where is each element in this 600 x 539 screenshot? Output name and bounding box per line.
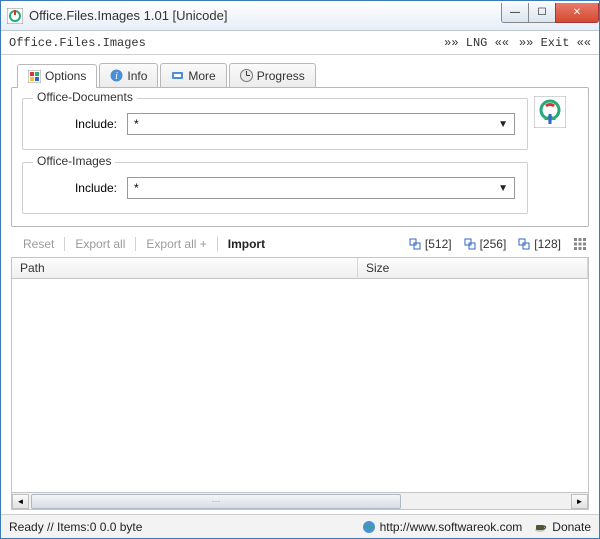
export-all-plus-button[interactable]: Export all + (136, 237, 217, 251)
svg-text:i: i (115, 71, 118, 82)
options-panel: Office-Documents Include: * ▼ Office-Ima… (11, 87, 589, 227)
window-title: Office.Files.Images 1.01 [Unicode] (29, 8, 502, 23)
size-label: [128] (534, 237, 561, 251)
breadcrumb: Office.Files.Images (9, 36, 434, 50)
size-label: [512] (425, 237, 452, 251)
tab-strip: Options i Info More Progress (11, 63, 589, 87)
chevron-down-icon: ▼ (498, 183, 508, 194)
window-buttons: — ☐ ✕ (502, 3, 599, 23)
export-all-button[interactable]: Export all (65, 237, 136, 251)
status-bar: Ready // Items:0 0.0 byte http://www.sof… (1, 514, 599, 538)
scroll-thumb[interactable]: ··· (31, 494, 401, 509)
main-area: Options i Info More Progress Office-Docu… (1, 55, 599, 514)
images-include-combo[interactable]: * ▼ (127, 177, 515, 199)
group-legend: Office-Documents (33, 90, 137, 104)
website-link[interactable]: http://www.softwareok.com (362, 520, 523, 534)
link-text: http://www.softwareok.com (380, 520, 523, 534)
close-button[interactable]: ✕ (555, 3, 599, 23)
size-256-button[interactable]: [256] (458, 237, 513, 251)
column-size-header[interactable]: Size (358, 258, 588, 278)
action-toolbar: Reset Export all Export all + Import [51… (11, 227, 589, 257)
coffee-icon (534, 520, 548, 534)
combo-value: * (134, 181, 139, 195)
scroll-right-arrow[interactable]: ► (571, 494, 588, 509)
crop-icon (518, 238, 530, 250)
tab-info[interactable]: i Info (99, 63, 158, 87)
minimize-button[interactable]: — (501, 3, 529, 23)
grid-view-icon[interactable] (573, 237, 587, 251)
link-text: Donate (552, 520, 591, 534)
maximize-button[interactable]: ☐ (528, 3, 556, 23)
options-icon (28, 70, 41, 83)
include-label: Include: (35, 117, 117, 131)
tab-label: Info (127, 69, 147, 83)
list-header: Path Size (11, 257, 589, 279)
titlebar: Office.Files.Images 1.01 [Unicode] — ☐ ✕ (1, 1, 599, 31)
status-text: Ready // Items:0 0.0 byte (9, 520, 142, 534)
column-path-header[interactable]: Path (12, 258, 358, 278)
scroll-left-arrow[interactable]: ◄ (12, 494, 29, 509)
tab-label: Progress (257, 69, 305, 83)
size-label: [256] (480, 237, 507, 251)
language-button[interactable]: »» LNG «« (444, 36, 509, 50)
chevron-down-icon: ▼ (498, 119, 508, 130)
import-button[interactable]: Import (218, 237, 275, 251)
tab-label: More (188, 69, 215, 83)
size-512-button[interactable]: [512] (403, 237, 458, 251)
office-documents-group: Office-Documents Include: * ▼ (22, 98, 528, 150)
tab-options[interactable]: Options (17, 64, 97, 88)
app-window: Office.Files.Images 1.01 [Unicode] — ☐ ✕… (0, 0, 600, 539)
combo-value: * (134, 117, 139, 131)
documents-include-combo[interactable]: * ▼ (127, 113, 515, 135)
more-icon (171, 69, 184, 82)
crop-icon (464, 238, 476, 250)
horizontal-scrollbar[interactable]: ◄ ··· ► (11, 493, 589, 510)
size-128-button[interactable]: [128] (512, 237, 567, 251)
exit-button[interactable]: »» Exit «« (519, 36, 591, 50)
progress-icon (240, 69, 253, 82)
tab-label: Options (45, 69, 86, 83)
group-legend: Office-Images (33, 154, 115, 168)
donate-link[interactable]: Donate (534, 520, 591, 534)
list-body[interactable] (11, 279, 589, 493)
app-logo-icon (534, 96, 566, 128)
app-icon (7, 8, 23, 24)
globe-icon (362, 520, 376, 534)
tab-progress[interactable]: Progress (229, 63, 316, 87)
info-icon: i (110, 69, 123, 82)
reset-button[interactable]: Reset (13, 237, 65, 251)
app-toolbar: Office.Files.Images »» LNG «« »» Exit «« (1, 31, 599, 55)
tab-more[interactable]: More (160, 63, 226, 87)
crop-icon (409, 238, 421, 250)
office-images-group: Office-Images Include: * ▼ (22, 162, 528, 214)
scroll-track[interactable]: ··· (29, 494, 571, 509)
include-label: Include: (35, 181, 117, 195)
